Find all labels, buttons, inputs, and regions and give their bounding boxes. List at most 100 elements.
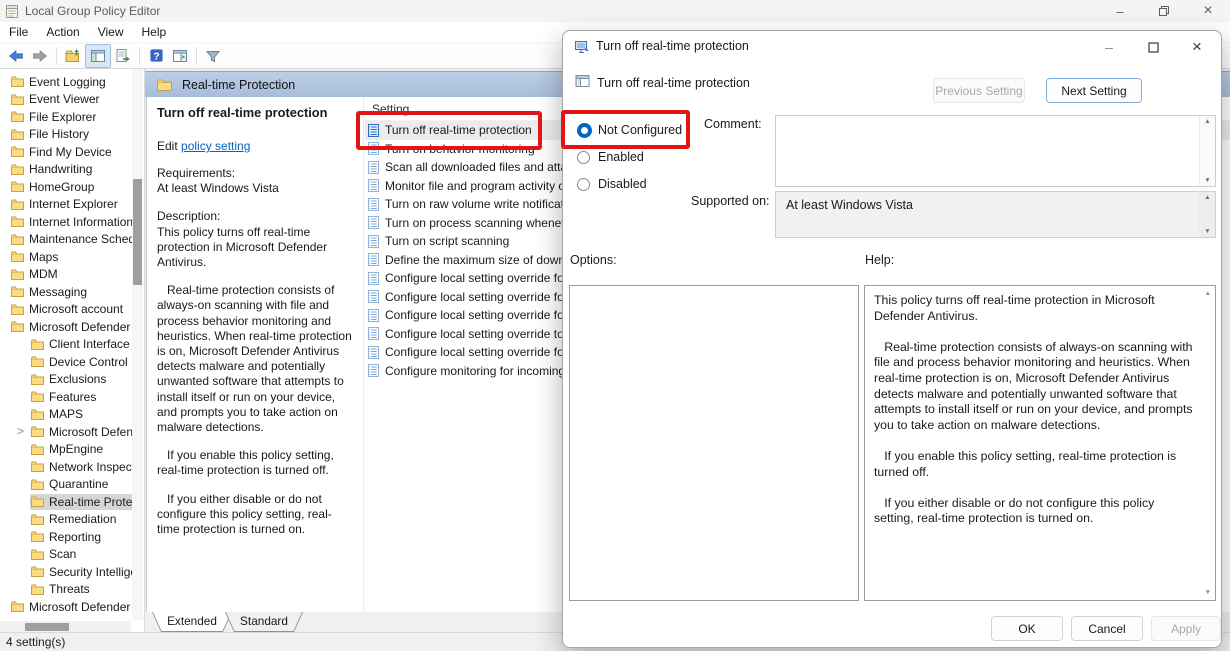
tree-item-label: Find My Device [29,145,112,159]
tree-item-label: Microsoft Defen [49,425,133,439]
folder-icon [31,391,44,402]
comment-input[interactable]: ▲ ▼ [775,115,1216,187]
tab-standard[interactable]: Standard [225,612,303,632]
tree-item-maintenance-sched[interactable]: Maintenance Sched [0,231,144,249]
apply-button[interactable]: Apply [1151,616,1221,641]
tree-item-messaging[interactable]: Messaging [0,283,144,301]
scroll-down-icon[interactable]: ▼ [1205,589,1211,596]
folder-icon [11,164,24,175]
menu-file[interactable]: File [0,25,37,39]
forward-icon[interactable] [28,45,52,67]
expand-chevron-icon[interactable]: > [17,425,24,437]
restore-icon[interactable] [1142,0,1186,22]
tree-item-client-interface[interactable]: Client Interface [0,336,144,354]
tree-item-surface: Microsoft Defender [10,319,133,335]
tree-item-homegroup[interactable]: HomeGroup [0,178,144,196]
scroll-up-icon[interactable]: ▲ [1200,118,1215,125]
tree-item-device-control[interactable]: Device Control [0,353,144,371]
folder-icon [11,216,24,227]
tree-item-internet-explorer[interactable]: Internet Explorer [0,196,144,214]
tree-item-surface: HomeGroup [10,179,97,195]
tree-item-find-my-device[interactable]: Find My Device [0,143,144,161]
tree-item-features[interactable]: Features [0,388,144,406]
scrollbar-thumb[interactable] [25,623,69,631]
tree-item-mpengine[interactable]: MpEngine [0,441,144,459]
radio-not-configured[interactable]: Not Configured [577,120,682,140]
console-tree-icon[interactable] [85,44,111,68]
tree-item-internet-information[interactable]: Internet Information [0,213,144,231]
radio-enabled[interactable]: Enabled [577,147,644,167]
tree-item-microsoft-defender[interactable]: Microsoft Defender [0,598,144,616]
tree-item-reporting[interactable]: Reporting [0,528,144,546]
radio-unselected-icon[interactable] [577,151,590,164]
previous-setting-button[interactable]: Previous Setting [933,78,1025,103]
tree-item-surface: Network Inspect [30,459,138,475]
filter-icon[interactable] [201,45,225,67]
tree-item-threats[interactable]: Threats [0,581,144,599]
tree-item-microsoft-account[interactable]: Microsoft account [0,301,144,319]
action-pane-icon[interactable] [168,45,192,67]
tree-item-network-inspect[interactable]: Network Inspect [0,458,144,476]
tree-item-quarantine[interactable]: Quarantine [0,476,144,494]
policy-setting-link[interactable]: policy setting [181,139,250,153]
tree-item-surface: Event Logging [10,74,109,90]
radio-disabled[interactable]: Disabled [577,174,647,194]
folder-icon [31,584,44,595]
tree-item-maps[interactable]: Maps [0,248,144,266]
help-icon[interactable]: ? [144,45,168,67]
menu-view[interactable]: View [89,25,133,39]
tree-item-surface: Internet Information [10,214,136,230]
tree-item-real-time-protec[interactable]: Real-time Protec [0,493,144,511]
tree-item-microsoft-defen[interactable]: > Microsoft Defen [0,423,144,441]
options-label: Options: [570,253,617,267]
tree-item-file-explorer[interactable]: File Explorer [0,108,144,126]
tree-item-surface: Security Intellige [30,564,140,580]
cancel-button[interactable]: Cancel [1071,616,1143,641]
tree-item-scan[interactable]: Scan [0,546,144,564]
back-icon[interactable] [4,45,28,67]
radio-label: Disabled [598,177,647,191]
tree-item-file-history[interactable]: File History [0,126,144,144]
dialog-close-icon[interactable]: × [1175,31,1219,63]
tree-item-remediation[interactable]: Remediation [0,511,144,529]
tree-item-handwriting[interactable]: Handwriting [0,161,144,179]
minimize-icon[interactable]: – [1098,0,1142,22]
export-list-icon[interactable] [111,45,135,67]
folder-icon [31,374,44,385]
help-box: This policy turns off real-time protecti… [864,285,1216,601]
scroll-down-icon[interactable]: ▼ [1200,177,1215,184]
setting-label: Turn on process scanning whenever [385,216,578,230]
tree-item-maps[interactable]: MAPS [0,406,144,424]
close-icon[interactable]: × [1186,0,1230,22]
tree-item-exclusions[interactable]: Exclusions [0,371,144,389]
tree-item-event-viewer[interactable]: Event Viewer [0,91,144,109]
scroll-up-icon[interactable]: ▲ [1200,194,1215,201]
comment-scrollbar[interactable]: ▲ ▼ [1199,116,1215,186]
tree-item-security-intellige[interactable]: Security Intellige [0,563,144,581]
next-setting-button[interactable]: Next Setting [1046,78,1142,103]
dialog-maximize-icon[interactable] [1131,31,1175,63]
supported-scrollbar[interactable]: ▲ ▼ [1199,192,1215,237]
folder-icon [31,479,44,490]
radio-unselected-icon[interactable] [577,178,590,191]
tree-item-label: Exclusions [49,372,106,386]
scroll-down-icon[interactable]: ▼ [1200,228,1215,235]
tree-item-mdm[interactable]: MDM [0,266,144,284]
policy-icon [368,179,379,192]
dialog-minimize-icon[interactable]: – [1087,31,1131,63]
setting-label: Define the maximum size of downloa [385,253,581,267]
ok-button[interactable]: OK [991,616,1063,641]
tree-vertical-scrollbar[interactable] [132,69,143,620]
menu-help[interactable]: Help [133,25,176,39]
export-folder-icon[interactable] [61,45,85,67]
tree-item-surface: Exclusions [30,371,109,387]
tree-item-event-logging[interactable]: Event Logging [0,73,144,91]
tree-item-microsoft-defender[interactable]: Microsoft Defender [0,318,144,336]
radio-selected-icon[interactable] [577,123,592,138]
tab-extended[interactable]: Extended [152,612,232,632]
scrollbar-thumb[interactable] [133,179,142,285]
tree-item-label: Device Control [49,355,128,369]
folder-icon [31,409,44,420]
menu-action[interactable]: Action [37,25,88,39]
scroll-up-icon[interactable]: ▲ [1205,290,1211,297]
